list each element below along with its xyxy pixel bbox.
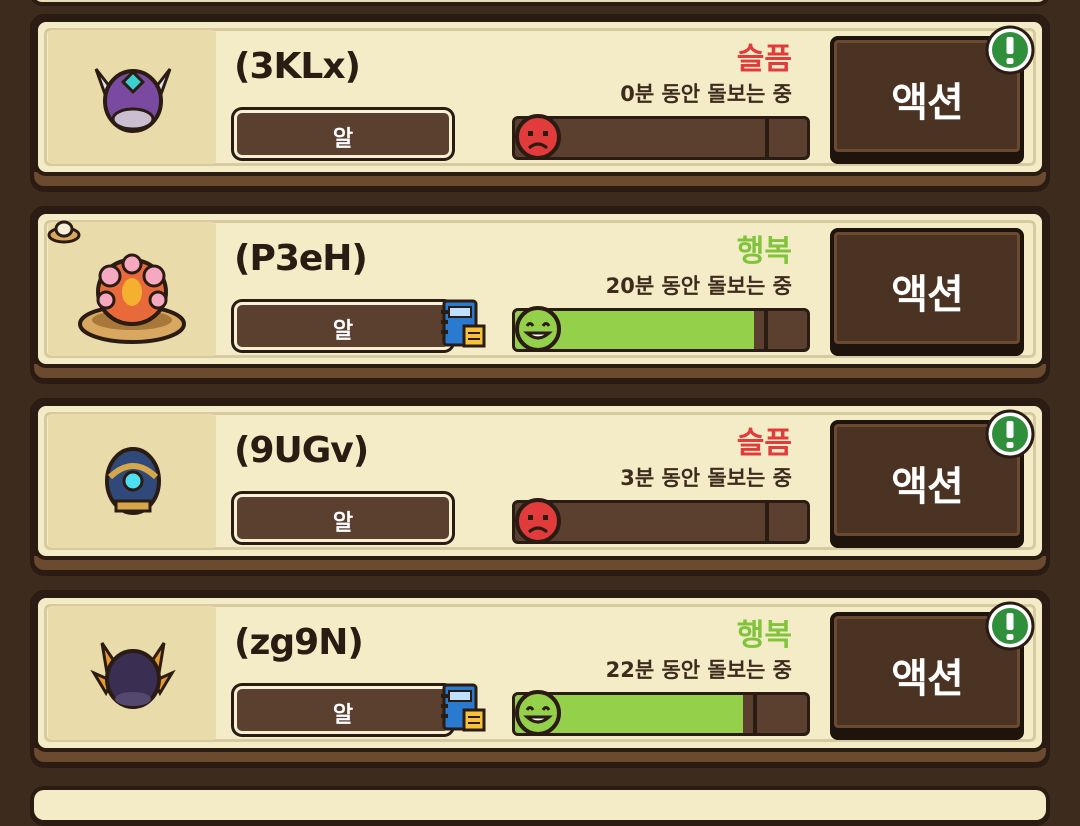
- action-button-label: 액션: [891, 272, 964, 318]
- dark-flame-horned-egg-icon: [88, 633, 178, 713]
- action-button-label: 액션: [891, 464, 964, 510]
- happy-face-icon: [514, 689, 562, 737]
- pet-portrait[interactable]: [48, 606, 216, 740]
- alert-exclamation-icon: [984, 24, 1036, 76]
- pet-card: (3KLx) 알 슬픔 0분 동안 돌보는 중 액션: [30, 14, 1050, 192]
- care-time-text: 22분 동안 돌보는 중: [605, 658, 792, 682]
- alert-exclamation-icon: [984, 408, 1036, 460]
- action-button-label: 액션: [891, 656, 964, 702]
- pet-type-badge: 알: [234, 494, 452, 542]
- purple-horned-egg-icon: [88, 57, 178, 137]
- pet-name: (zg9N): [234, 622, 364, 663]
- previous-card-edge: [30, 0, 1050, 6]
- care-time-text: 3분 동안 돌보는 중: [620, 466, 792, 490]
- pet-type-label: 알: [332, 703, 354, 728]
- journal-book-icon[interactable]: [440, 298, 488, 350]
- pet-portrait[interactable]: [48, 30, 216, 164]
- sad-face-icon: [514, 497, 562, 545]
- pet-type-label: 알: [332, 127, 354, 152]
- pet-type-label: 알: [332, 511, 354, 536]
- next-card-edge: [30, 786, 1050, 826]
- pet-card: (zg9N) 알 행복 22분 동안 돌보는 중 액션: [30, 590, 1050, 768]
- pet-type-badge: 알: [234, 686, 452, 734]
- pet-name: (P3eH): [234, 238, 368, 279]
- pet-type-badge: 알: [234, 302, 452, 350]
- care-time-text: 0분 동안 돌보는 중: [620, 82, 792, 106]
- pet-type-label: 알: [332, 319, 354, 344]
- pet-name: (9UGv): [234, 430, 369, 471]
- blue-gem-egg-icon: [88, 441, 178, 521]
- pink-flower-egg-in-nest-icon: [72, 246, 192, 346]
- pet-portrait[interactable]: [47, 220, 216, 356]
- mood-label: 슬픔: [736, 426, 792, 461]
- pet-portrait[interactable]: [48, 414, 216, 548]
- action-button[interactable]: 액션: [830, 228, 1024, 348]
- care-time-text: 20분 동안 돌보는 중: [605, 274, 792, 298]
- pet-name: (3KLx): [234, 46, 361, 87]
- mood-label: 슬픔: [736, 42, 792, 77]
- action-button-label: 액션: [891, 80, 964, 126]
- pet-type-badge: 알: [234, 110, 452, 158]
- mood-label: 행복: [736, 234, 792, 269]
- pet-card: (9UGv) 알 슬픔 3분 동안 돌보는 중 액션: [30, 398, 1050, 576]
- alert-exclamation-icon: [984, 600, 1036, 652]
- happy-face-icon: [514, 305, 562, 353]
- sad-face-icon: [514, 113, 562, 161]
- journal-book-icon[interactable]: [440, 682, 488, 734]
- pet-card: (P3eH) 알 행복 20분 동안 돌보는 중 액션: [30, 206, 1050, 384]
- mood-label: 행복: [736, 618, 792, 653]
- food-bowl-icon: [46, 218, 82, 244]
